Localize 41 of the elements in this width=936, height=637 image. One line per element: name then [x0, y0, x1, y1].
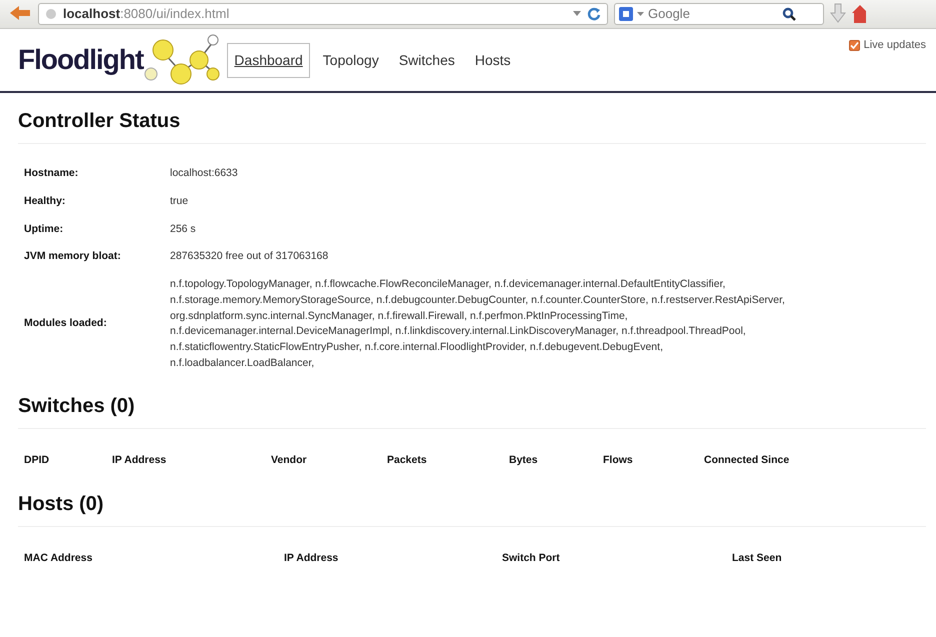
column-header: Connected Since	[703, 452, 790, 468]
section-heading: Switches (0)	[18, 394, 926, 428]
column-header: DPID	[23, 452, 50, 468]
dropdown-icon[interactable]	[573, 11, 581, 17]
status-value: n.f.topology.TopologyManager, n.f.flowcache.FlowReconcileManager, n.f.devicemanager.internal.DefaultEntityClassifier, n.f.storage.memory.MemoryStorageSource, n.f.debugcounter.DebugCounter, n.f.counter.CounterStore, n.f.restserver.RestApiServer, org.sdnplatform.sync.internal.SyncManager, n.f.firewall.Firewall, n.f.perfmon.PktInProcessingTime, n.f.devicemanager.internal.DeviceManagerImpl, n.f.linkdiscovery.internal.LinkDiscoveryManager, n.f.threadpool.ThreadPool, n.f.staticflowentry.StaticFlowEntryPusher, n.f.core.internal.FloodlightProvider, n.f.debugevent.DebugEvent, n.f.loadbalancer.LoadBalancer,	[169, 277, 786, 371]
search-field[interactable]: Google	[614, 3, 824, 25]
column-header: MAC Address	[23, 551, 94, 566]
download-icon[interactable]	[830, 3, 846, 23]
column-header: Bytes	[508, 452, 539, 468]
status-label: Healthy:	[23, 194, 66, 209]
column-header: IP Address	[283, 551, 340, 566]
live-updates-label[interactable]: Live updates	[864, 37, 926, 54]
search-icon[interactable]	[782, 7, 796, 21]
home-icon[interactable]	[852, 3, 866, 23]
nav-tab[interactable]: Switches	[392, 42, 462, 78]
column-header: Last Seen	[731, 551, 783, 566]
status-value: true	[169, 194, 190, 209]
nav-tab[interactable]: Dashboard	[227, 42, 310, 78]
status-label: Modules loaded:	[23, 316, 108, 332]
status-label: Hostname:	[23, 166, 80, 181]
status-label: JVM memory bloat:	[23, 249, 122, 264]
brand-logo-text: Floodlight	[18, 43, 144, 77]
section-heading: Hosts (0)	[18, 492, 926, 528]
search-input[interactable]: Google	[648, 4, 778, 24]
back-icon[interactable]	[8, 3, 32, 23]
nav-tab[interactable]: Topology	[316, 42, 386, 78]
column-header: Packets	[386, 452, 428, 468]
caret-icon[interactable]	[637, 12, 644, 16]
status-value: 287635320 free out of 317063168	[169, 249, 330, 264]
status-value: 256 s	[169, 222, 197, 236]
nav-tab[interactable]: Hosts	[468, 42, 518, 78]
column-header: Vendor	[270, 452, 308, 468]
status-value: localhost:6633	[169, 166, 239, 181]
live-updates-checkbox[interactable]	[848, 40, 860, 51]
column-header: Switch Port	[501, 551, 561, 566]
section-heading: Controller Status	[18, 109, 926, 144]
column-header: Flows	[602, 452, 634, 468]
reload-icon[interactable]	[587, 7, 601, 21]
url-field[interactable]: localhost:8080/ui/index.html	[38, 3, 608, 25]
column-header: IP Address	[111, 452, 168, 468]
status-label: Uptime:	[23, 222, 64, 236]
